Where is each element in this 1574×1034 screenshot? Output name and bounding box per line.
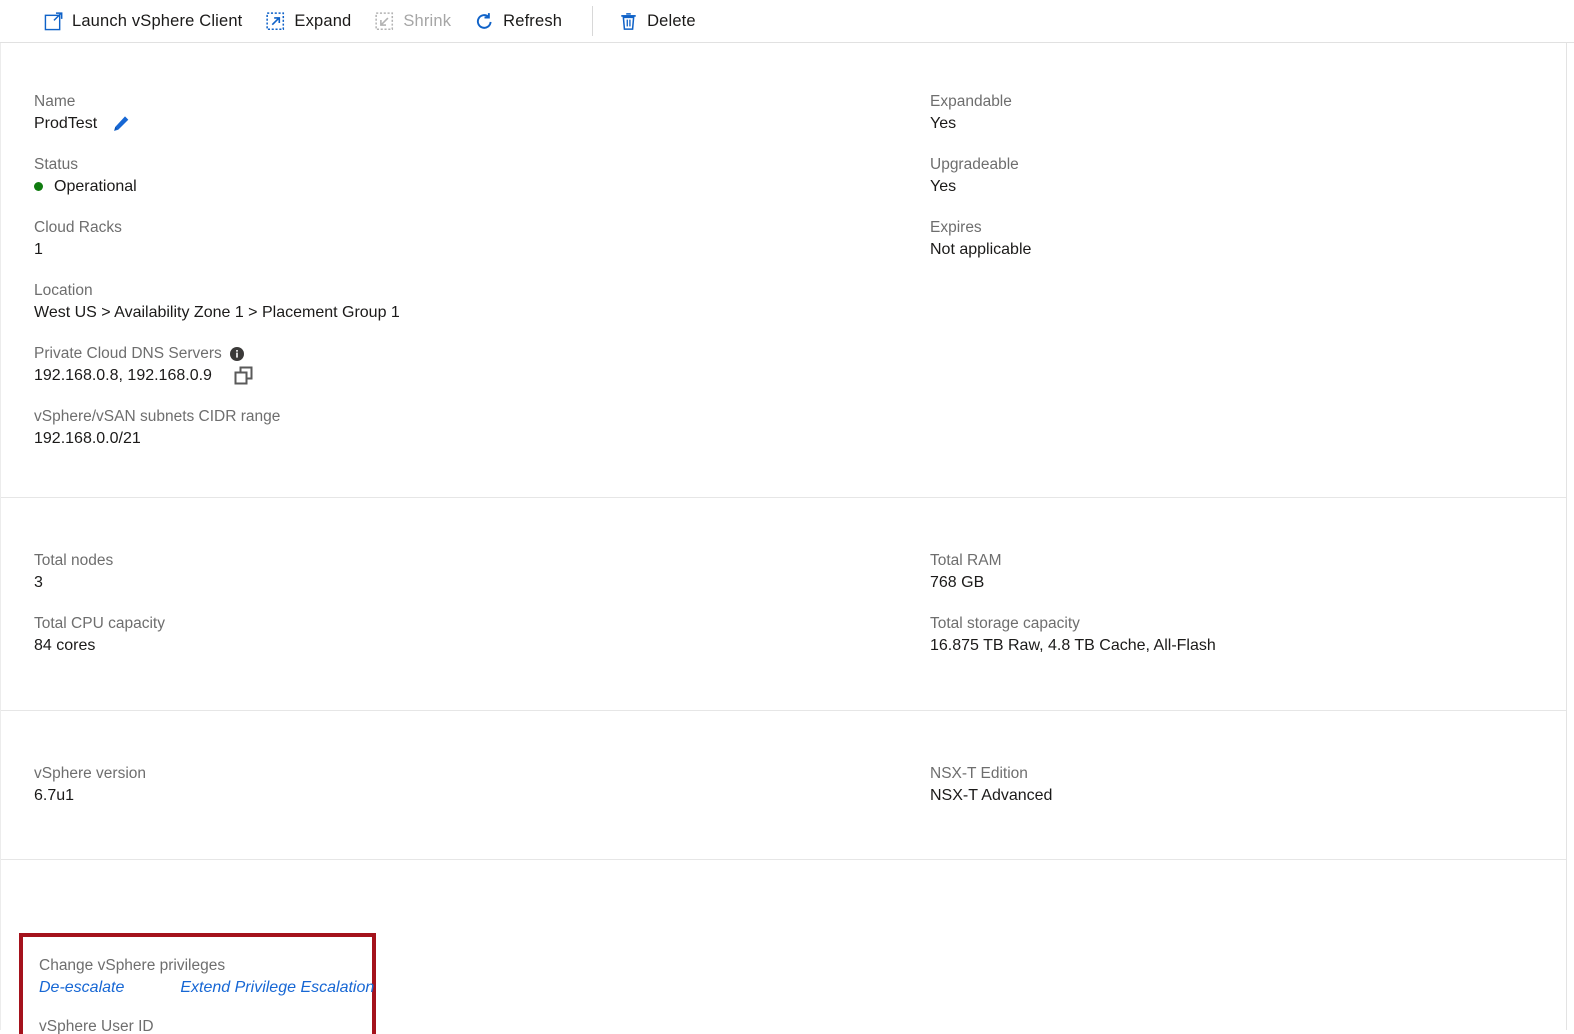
name-value-row: ProdTest — [34, 112, 916, 135]
cidr-range-value: 192.168.0.0/21 — [34, 430, 141, 447]
info-icon[interactable] — [229, 346, 244, 361]
trash-icon — [619, 12, 638, 31]
field-vsphere-user-id: vSphere User ID Cloudowner@cloudsimple.l… — [39, 1016, 352, 1034]
private-cloud-summary-page: Launch vSphere Client Expand Shrink Refr… — [0, 0, 1574, 1034]
expandable-value: Yes — [930, 115, 957, 132]
field-dns-servers: Private Cloud DNS Servers 192.168.0.8, 1… — [34, 343, 916, 387]
field-total-cpu: Total CPU capacity 84 cores — [34, 613, 916, 657]
vsphere-user-id-label: vSphere User ID — [39, 1018, 154, 1034]
field-location: Location West US > Availability Zone 1 >… — [34, 280, 916, 324]
location-value: West US > Availability Zone 1 > Placemen… — [34, 304, 400, 321]
cloud-racks-label: Cloud Racks — [34, 219, 122, 236]
name-label: Name — [34, 93, 76, 110]
shrink-label: Shrink — [403, 11, 452, 30]
dns-servers-label-row: Private Cloud DNS Servers — [34, 343, 916, 364]
upgradeable-value: Yes — [930, 178, 957, 195]
total-cpu-value: 84 cores — [34, 637, 96, 654]
expand-label: Expand — [294, 11, 352, 30]
shrink-button: Shrink — [363, 0, 463, 42]
capacity-right-column: Total RAM 768 GB Total storage capacity … — [916, 550, 1566, 657]
field-total-storage: Total storage capacity 16.875 TB Raw, 4.… — [930, 613, 1566, 657]
field-total-ram: Total RAM 768 GB — [930, 550, 1566, 594]
total-ram-label: Total RAM — [930, 552, 1002, 569]
overview-right-column: Expandable Yes Upgradeable Yes Expires N… — [916, 91, 1566, 450]
expandable-label: Expandable — [930, 93, 1012, 110]
refresh-icon — [475, 12, 494, 31]
privileges-highlight-box: Change vSphere privileges De-escalate Ex… — [19, 933, 376, 1034]
nsxt-edition-value: NSX-T Advanced — [930, 787, 1053, 804]
expires-value: Not applicable — [930, 241, 1032, 258]
extend-privilege-escalation-link[interactable]: Extend Privilege Escalation — [180, 976, 374, 999]
location-label: Location — [34, 282, 93, 299]
total-nodes-value: 3 — [34, 574, 43, 591]
field-total-nodes: Total nodes 3 — [34, 550, 916, 594]
privileges-section: Change vSphere privileges De-escalate Ex… — [1, 860, 1566, 1034]
delete-button[interactable]: Delete — [607, 0, 708, 42]
dns-servers-value-row: 192.168.0.8, 192.168.0.9 — [34, 364, 916, 387]
field-expires: Expires Not applicable — [930, 217, 1566, 261]
privileges-links-row: De-escalate Extend Privilege Escalation — [39, 976, 374, 999]
field-vsphere-version: vSphere version 6.7u1 — [34, 763, 916, 807]
external-link-icon — [44, 11, 63, 31]
software-left-column: vSphere version 6.7u1 — [1, 763, 916, 807]
status-badge — [34, 182, 43, 191]
overview-left-column: Name ProdTest Status Operational Cloud R… — [1, 91, 916, 450]
total-cpu-label: Total CPU capacity — [34, 615, 165, 632]
expand-button[interactable]: Expand — [254, 0, 363, 42]
copy-icon[interactable] — [234, 366, 253, 385]
de-escalate-link[interactable]: De-escalate — [39, 976, 124, 999]
cidr-range-label: vSphere/vSAN subnets CIDR range — [34, 408, 281, 425]
details-panel: Name ProdTest Status Operational Cloud R… — [0, 43, 1567, 1034]
cloud-racks-value: 1 — [34, 241, 43, 258]
status-value-row: Operational — [34, 175, 916, 198]
refresh-label: Refresh — [503, 11, 563, 30]
shrink-icon — [375, 11, 394, 31]
nsxt-edition-label: NSX-T Edition — [930, 765, 1028, 782]
vsphere-version-label: vSphere version — [34, 765, 147, 782]
capacity-left-column: Total nodes 3 Total CPU capacity 84 core… — [1, 550, 916, 657]
overview-section: Name ProdTest Status Operational Cloud R… — [1, 43, 1566, 498]
command-toolbar: Launch vSphere Client Expand Shrink Refr… — [0, 0, 1574, 43]
toolbar-separator — [592, 6, 594, 36]
field-name: Name ProdTest — [34, 91, 916, 135]
field-nsxt-edition: NSX-T Edition NSX-T Advanced — [930, 763, 1566, 807]
status-label: Status — [34, 156, 78, 173]
field-upgradeable: Upgradeable Yes — [930, 154, 1566, 198]
software-section: vSphere version 6.7u1 NSX-T Edition NSX-… — [1, 711, 1566, 860]
field-cidr-range: vSphere/vSAN subnets CIDR range 192.168.… — [34, 406, 916, 450]
capacity-section: Total nodes 3 Total CPU capacity 84 core… — [1, 498, 1566, 711]
status-value: Operational — [54, 178, 137, 195]
total-storage-label: Total storage capacity — [930, 615, 1080, 632]
launch-vsphere-client-label: Launch vSphere Client — [72, 11, 243, 30]
expires-label: Expires — [930, 219, 982, 236]
expand-icon — [266, 11, 285, 31]
launch-vsphere-client-button[interactable]: Launch vSphere Client — [32, 0, 254, 42]
total-ram-value: 768 GB — [930, 574, 985, 591]
software-right-column: NSX-T Edition NSX-T Advanced — [916, 763, 1566, 807]
field-status: Status Operational — [34, 154, 916, 198]
field-expandable: Expandable Yes — [930, 91, 1566, 135]
dns-servers-value: 192.168.0.8, 192.168.0.9 — [34, 367, 212, 384]
pencil-icon[interactable] — [112, 115, 130, 133]
dns-servers-label: Private Cloud DNS Servers — [34, 345, 222, 362]
vsphere-version-value: 6.7u1 — [34, 787, 75, 804]
upgradeable-label: Upgradeable — [930, 156, 1019, 173]
field-cloud-racks: Cloud Racks 1 — [34, 217, 916, 261]
change-privileges-label: Change vSphere privileges — [39, 957, 226, 974]
total-nodes-label: Total nodes — [34, 552, 114, 569]
refresh-button[interactable]: Refresh — [463, 0, 574, 42]
name-value: ProdTest — [34, 115, 98, 132]
total-storage-value: 16.875 TB Raw, 4.8 TB Cache, All-Flash — [930, 637, 1216, 654]
field-change-privileges: Change vSphere privileges De-escalate Ex… — [39, 955, 374, 999]
delete-label: Delete — [647, 11, 696, 30]
